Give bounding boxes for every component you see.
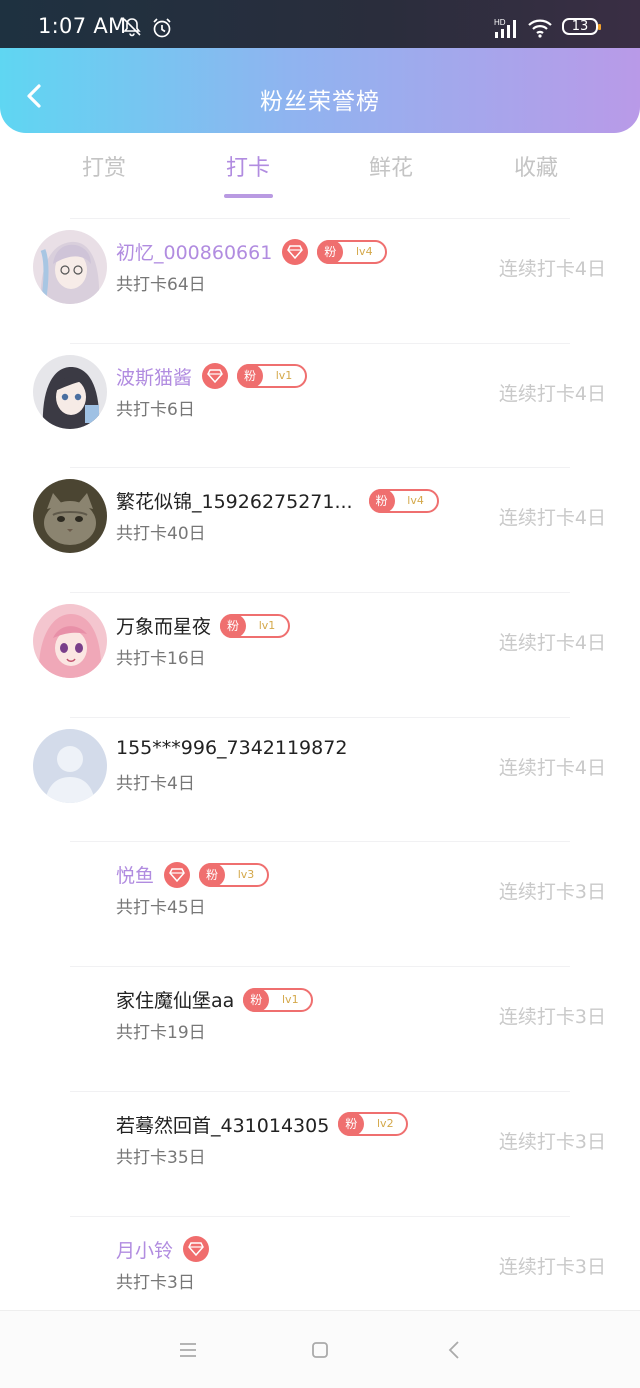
- streak-checkin: 连续打卡4日: [498, 632, 606, 655]
- fan-level: lv1: [275, 369, 293, 383]
- user-name[interactable]: 繁花似锦_15926275271...: [116, 487, 353, 514]
- default-avatar-icon[interactable]: [33, 728, 107, 803]
- tab-favorites[interactable]: 收藏: [476, 150, 596, 182]
- fan-label: 粉: [237, 364, 264, 389]
- tab-reward[interactable]: 打赏: [44, 150, 164, 182]
- fan-level-badge: 粉 lv2: [338, 1112, 409, 1137]
- diamond-icon: [202, 363, 229, 390]
- list-item[interactable]: 悦鱼 粉 lv3 共打卡45日 连续打卡3日: [0, 841, 640, 966]
- fan-level: lv4: [356, 244, 373, 258]
- list-item[interactable]: 繁花似锦_15926275271... 粉 lv4 共打卡40日 连续打卡4日: [0, 467, 640, 592]
- fan-label: 粉: [243, 987, 270, 1012]
- ranking-list: 初忆_000860661 粉 lv4 共打卡64日 连续打卡4日 波斯猫酱 粉 …: [0, 218, 640, 1340]
- user-name[interactable]: 初忆_000860661: [116, 238, 272, 265]
- fan-label: 粉: [368, 488, 395, 513]
- signal-icon: HD: [494, 18, 516, 38]
- fan-label: 粉: [338, 1112, 365, 1137]
- user-name[interactable]: 波斯猫酱: [116, 363, 192, 390]
- tab-checkin[interactable]: 打卡: [188, 150, 308, 182]
- total-checkin: 共打卡19日: [116, 1023, 206, 1044]
- streak-checkin: 连续打卡4日: [498, 507, 606, 530]
- streak-checkin: 连续打卡3日: [498, 1006, 606, 1029]
- user-name[interactable]: 155***996_7342119872: [116, 737, 347, 759]
- active-tab-indicator: [224, 194, 273, 198]
- wifi-icon: [528, 19, 552, 38]
- fan-level: lv2: [377, 1117, 394, 1131]
- user-name[interactable]: 若蓦然回首_431014305: [116, 1111, 329, 1138]
- avatar[interactable]: [33, 604, 107, 679]
- user-name[interactable]: 万象而星夜: [116, 612, 211, 639]
- alarm-icon: [153, 18, 171, 38]
- fan-level-badge: 粉 lv4: [317, 239, 388, 264]
- tab-bar: 打赏 打卡 鲜花 收藏: [0, 150, 640, 200]
- fan-label: 粉: [199, 862, 226, 887]
- streak-checkin: 连续打卡4日: [498, 258, 606, 280]
- diamond-icon: [282, 238, 309, 265]
- tab-flowers[interactable]: 鲜花: [331, 150, 451, 182]
- status-time: 1:07 AM: [38, 14, 127, 38]
- fan-level-badge: 粉 lv1: [220, 613, 291, 638]
- fan-label: 粉: [220, 613, 247, 638]
- home-icon[interactable]: [307, 1337, 333, 1363]
- total-checkin: 共打卡6日: [116, 399, 195, 420]
- fan-level-badge: 粉 lv1: [243, 987, 314, 1012]
- diamond-icon: [183, 1236, 210, 1262]
- fan-level-badge: 粉 lv4: [368, 488, 439, 513]
- list-item[interactable]: 家住魔仙堡aa 粉 lv1 共打卡19日 连续打卡3日: [0, 966, 640, 1091]
- avatar[interactable]: [33, 479, 107, 554]
- battery-indicator: 13: [562, 18, 601, 35]
- total-checkin: 共打卡3日: [116, 1272, 195, 1293]
- fan-level: lv1: [258, 618, 276, 632]
- list-item[interactable]: 万象而星夜 粉 lv1 共打卡16日 连续打卡4日: [0, 592, 640, 717]
- total-checkin: 共打卡16日: [116, 649, 206, 670]
- total-checkin: 共打卡40日: [116, 524, 206, 545]
- total-checkin: 共打卡45日: [116, 898, 206, 919]
- avatar[interactable]: [33, 354, 107, 429]
- system-navigation-bar: [0, 1310, 640, 1388]
- user-name[interactable]: 悦鱼: [116, 861, 154, 888]
- total-checkin: 共打卡35日: [116, 1147, 206, 1168]
- avatar[interactable]: [33, 230, 107, 304]
- list-item[interactable]: 155***996_7342119872 共打卡4日 连续打卡4日: [0, 716, 640, 842]
- fan-level-badge: 粉 lv1: [237, 364, 308, 389]
- svg-text:HD: HD: [494, 18, 506, 27]
- fan-level: lv1: [282, 992, 299, 1006]
- list-item[interactable]: 若蓦然回首_431014305 粉 lv2 共打卡35日 连续打卡3日: [0, 1090, 640, 1216]
- streak-checkin: 连续打卡4日: [498, 382, 606, 405]
- diamond-icon: [164, 861, 191, 888]
- streak-checkin: 连续打卡3日: [498, 1130, 606, 1153]
- fan-level-badge: 粉 lv3: [199, 862, 270, 887]
- fan-level: lv3: [237, 867, 255, 881]
- back-icon[interactable]: [442, 1337, 468, 1363]
- menu-icon[interactable]: [175, 1337, 201, 1363]
- user-name[interactable]: 家住魔仙堡aa: [116, 986, 234, 1013]
- fan-label: 粉: [317, 239, 344, 264]
- streak-checkin: 连续打卡3日: [498, 1255, 606, 1278]
- list-item[interactable]: 初忆_000860661 粉 lv4 共打卡64日 连续打卡4日: [0, 218, 640, 343]
- status-bar: 1:07 AM HD 13: [0, 0, 640, 48]
- bell-muted-icon: [123, 18, 141, 37]
- page-title: 粉丝荣誉榜: [260, 89, 380, 115]
- streak-checkin: 连续打卡4日: [498, 756, 606, 779]
- total-checkin: 共打卡64日: [116, 275, 206, 295]
- streak-checkin: 连续打卡3日: [498, 881, 606, 904]
- user-name[interactable]: 月小铃: [116, 1236, 173, 1263]
- list-item[interactable]: 波斯猫酱 粉 lv1 共打卡6日 连续打卡4日: [0, 342, 640, 468]
- total-checkin: 共打卡4日: [116, 773, 195, 794]
- fan-level: lv4: [407, 493, 424, 507]
